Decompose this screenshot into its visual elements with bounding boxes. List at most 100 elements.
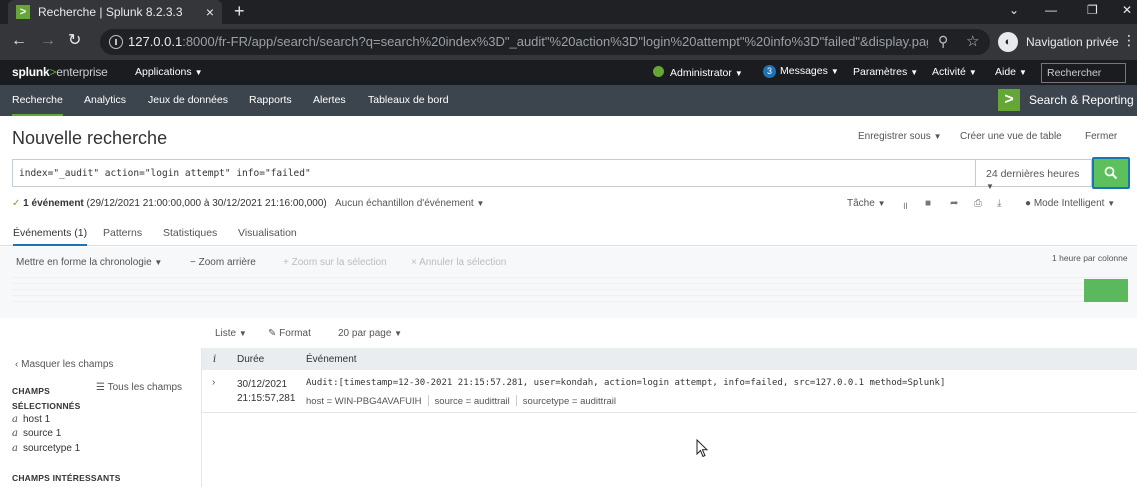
format-menu[interactable]: ✎ Format	[268, 328, 311, 339]
event-raw-text[interactable]: Audit:[timestamp=12-30-2021 21:15:57.281…	[306, 378, 945, 388]
search-query-input[interactable]: index="_audit" action="login attempt" in…	[12, 159, 976, 187]
browser-tab[interactable]: > Recherche | Splunk 8.2.3.3 ×	[8, 0, 222, 24]
time-column-header[interactable]: Durée	[237, 354, 264, 365]
cancel-selection-button[interactable]: × Annuler la sélection	[411, 257, 506, 268]
incognito-icon: ◐	[998, 32, 1018, 52]
help-menu[interactable]: Aide ▼	[995, 66, 1027, 78]
zoom-selection-button[interactable]: + Zoom sur la sélection	[283, 257, 387, 268]
info-column-header: i	[213, 354, 217, 365]
hide-fields-link[interactable]: ‹ Masquer les champs	[15, 359, 113, 370]
address-bar[interactable]: 127.0.0.1:8000/fr-FR/app/search/search?q…	[100, 29, 990, 55]
close-tab-icon[interactable]: ×	[206, 4, 214, 20]
tab-patterns[interactable]: Patterns	[103, 227, 142, 239]
nav-alerts[interactable]: Alertes	[313, 94, 346, 106]
splunk-global-bar: splunk>enterprise Applications ▼ Administ…	[0, 60, 1137, 85]
browser-tab-title: Recherche | Splunk 8.2.3.3	[38, 5, 183, 19]
create-table-view-link[interactable]: Créer une vue de table	[960, 131, 1062, 142]
per-page-menu[interactable]: 20 par page ▼	[338, 328, 402, 339]
event-time[interactable]: 30/12/2021 21:15:57,281	[237, 378, 295, 406]
messages-badge: 3	[763, 65, 776, 78]
site-info-icon[interactable]	[109, 35, 123, 49]
search-mode-menu[interactable]: ● Mode Intelligent ▼	[1025, 198, 1115, 209]
search-icon	[1104, 166, 1118, 180]
messages-menu[interactable]: 3 Messages ▼	[763, 65, 839, 78]
incognito-indicator[interactable]: ◐ Navigation privée	[998, 30, 1119, 54]
bookmark-star-icon[interactable]: ☆	[966, 32, 979, 50]
close-window-icon[interactable]: ✕	[1122, 0, 1132, 24]
event-date: 30/12/2021	[237, 379, 288, 390]
tab-events[interactable]: Événements (1)	[13, 227, 88, 246]
global-search-input[interactable]: Rechercher	[1041, 63, 1126, 83]
nav-analytics[interactable]: Analytics	[84, 94, 126, 106]
applications-menu[interactable]: Applications ▼	[135, 66, 203, 78]
nav-datasets[interactable]: Jeux de données	[148, 94, 228, 106]
nav-dashboards[interactable]: Tableaux de bord	[368, 94, 449, 106]
event-host[interactable]: host = WIN-PBG4AVAFUIH	[306, 396, 422, 407]
print-icon[interactable]: ⎙	[974, 198, 982, 209]
events-table-header: i Durée Événement	[202, 348, 1137, 370]
list-icon: ☰	[96, 382, 105, 393]
save-as-menu[interactable]: Enregistrer sous ▼	[858, 131, 942, 142]
share-icon[interactable]: ➦	[950, 198, 958, 209]
nav-recherche[interactable]: Recherche	[12, 94, 63, 116]
timeline-chart[interactable]	[12, 277, 1128, 307]
zoom-out-button[interactable]: − Zoom arrière	[190, 257, 256, 268]
string-type-icon: a	[12, 428, 18, 439]
nav-reports[interactable]: Rapports	[249, 94, 292, 106]
zoom-icon[interactable]: ⚲	[938, 33, 948, 50]
forward-icon[interactable]: →	[40, 32, 56, 50]
list-view-menu[interactable]: Liste ▼	[215, 328, 247, 339]
browser-tab-bar: > Recherche | Splunk 8.2.3.3 × + ⌄ — ❐ ✕	[0, 0, 1137, 24]
page-title: Nouvelle recherche	[12, 128, 168, 148]
new-tab-button[interactable]: +	[234, 1, 245, 21]
event-source[interactable]: source = audittrail	[435, 396, 510, 407]
minimize-icon[interactable]: —	[1045, 0, 1057, 24]
close-link[interactable]: Fermer	[1085, 131, 1117, 142]
app-name[interactable]: Search & Reporting	[1029, 93, 1134, 107]
job-menu[interactable]: Tâche ▼	[847, 198, 886, 209]
app-logo-icon: >	[998, 89, 1020, 111]
event-metadata: host = WIN-PBG4AVAFUIH source = audittrai…	[306, 395, 616, 407]
export-icon[interactable]: ⤓	[997, 198, 1001, 209]
pause-icon[interactable]: ॥	[902, 198, 908, 212]
selected-fields-heading-1: CHAMPS	[12, 386, 51, 396]
event-sourcetype[interactable]: sourcetype = audittrail	[523, 396, 616, 407]
field-host[interactable]: a host 1	[12, 414, 50, 425]
time-range-picker[interactable]: 24 dernières heures ▼	[975, 159, 1092, 191]
search-button[interactable]	[1092, 157, 1130, 189]
browser-toolbar: ← → ↻ 127.0.0.1:8000/fr-FR/app/search/se…	[0, 24, 1137, 60]
fields-sidebar: ‹ Masquer les champs ☰ Tous les champs C…	[0, 348, 202, 487]
activity-menu[interactable]: Activité ▼	[932, 66, 977, 78]
tab-visualization[interactable]: Visualisation	[238, 227, 297, 239]
splunk-favicon-icon: >	[16, 5, 30, 19]
field-sourcetype[interactable]: a sourcetype 1	[12, 443, 80, 454]
format-timeline-menu[interactable]: Mettre en forme la chronologie ▼	[16, 257, 162, 268]
mouse-cursor-icon	[696, 439, 709, 458]
lightbulb-icon: ●	[1025, 198, 1032, 209]
splunk-logo[interactable]: splunk>enterprise	[12, 65, 108, 79]
chevron-down-icon[interactable]: ⌄	[1009, 0, 1019, 24]
table-row: › 30/12/2021 21:15:57,281 Audit:[timesta…	[202, 370, 1137, 413]
url-text[interactable]: 127.0.0.1:8000/fr-FR/app/search/search?q…	[128, 34, 928, 49]
string-type-icon: a	[12, 414, 18, 425]
field-source[interactable]: a source 1	[12, 428, 61, 439]
search-query-text: index="_audit" action="login attempt" in…	[19, 168, 311, 179]
back-icon[interactable]: ←	[11, 32, 27, 50]
stop-icon[interactable]: ■	[925, 198, 931, 209]
result-tabs: Événements (1) Patterns Statistiques Vis…	[0, 220, 1137, 246]
timeline-bar[interactable]	[1084, 279, 1128, 302]
settings-menu[interactable]: Paramètres ▼	[853, 66, 918, 78]
check-icon: ✓	[12, 198, 21, 209]
admin-menu[interactable]: Administrator ▼	[653, 66, 743, 79]
expand-row-icon[interactable]: ›	[212, 377, 215, 388]
restore-icon[interactable]: ❐	[1087, 0, 1098, 24]
all-fields-button[interactable]: ☰ Tous les champs	[96, 382, 182, 393]
results-toolbar: Liste ▼ ✎ Format 20 par page ▼	[0, 318, 1137, 348]
sampling-menu[interactable]: Aucun échantillon d'événement ▼	[335, 198, 484, 209]
tab-statistics[interactable]: Statistiques	[163, 227, 217, 239]
timeline-scale-label: 1 heure par colonne	[1052, 253, 1128, 263]
event-column-header: Événement	[306, 354, 357, 365]
reload-icon[interactable]: ↻	[68, 32, 81, 50]
browser-menu-icon[interactable]: ⋮	[1122, 32, 1136, 49]
chevron-left-icon: ‹	[15, 359, 19, 370]
